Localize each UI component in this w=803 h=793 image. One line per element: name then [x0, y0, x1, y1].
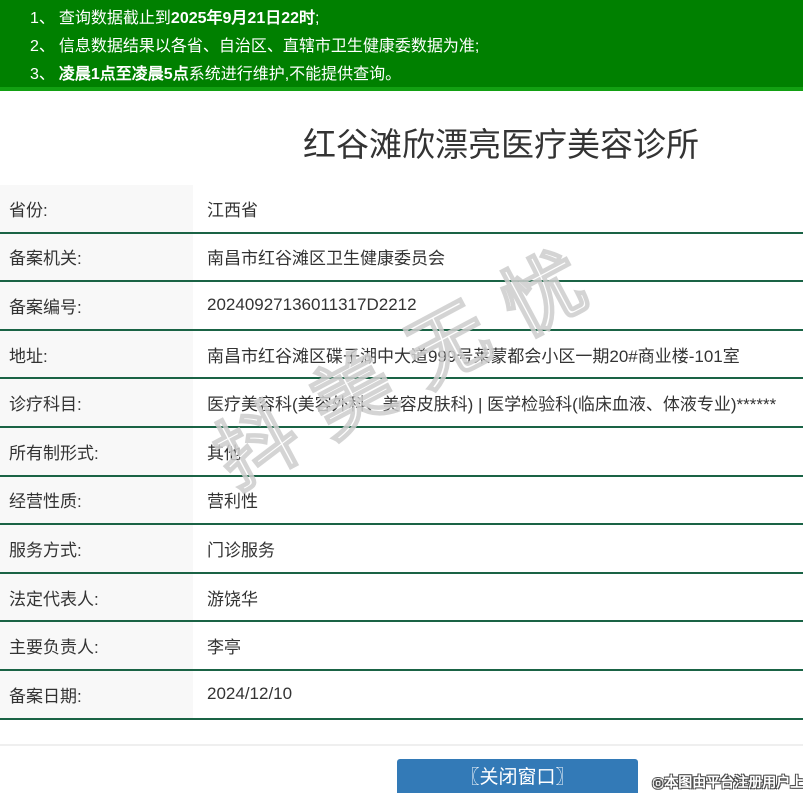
- row-value: 营利性: [193, 477, 803, 524]
- row-label: 地址:: [0, 331, 193, 378]
- table-row-filing-number: 备案编号: 20240927136011317D2212: [0, 282, 803, 331]
- row-value: 游饶华: [193, 574, 803, 621]
- notice-text: 信息数据结果以各省、自治区、直辖市卫生健康委数据为准;: [59, 38, 479, 55]
- table-row-address: 地址: 南昌市红谷滩区碟子湖中大道999号莱蒙都会小区一期20#商业楼-101室: [0, 331, 803, 380]
- row-label: 省份:: [0, 185, 193, 232]
- row-value: 门诊服务: [193, 525, 803, 572]
- row-value: 20240927136011317D2212: [193, 282, 803, 329]
- table-row-ownership: 所有制形式: 其他: [0, 428, 803, 477]
- row-label: 经营性质:: [0, 477, 193, 524]
- notice-bold-text: 2025年9月21日22时: [171, 10, 315, 27]
- row-label: 备案日期:: [0, 671, 193, 718]
- row-value: 医疗美容科(美容外科、美容皮肤科) | 医学检验科(临床血液、体液专业)****…: [193, 379, 803, 426]
- notice-text: ;: [315, 10, 319, 27]
- row-value: 江西省: [193, 185, 803, 232]
- row-value: 2024/12/10: [193, 671, 803, 718]
- footer-divider: [0, 744, 803, 746]
- notice-number: 2、: [30, 38, 55, 55]
- row-value: 南昌市红谷滩区卫生健康委员会: [193, 234, 803, 281]
- query-result-page: 1、查询数据截止到2025年9月21日22时; 2、信息数据结果以各省、自治区、…: [0, 0, 803, 793]
- table-row-legal-representative: 法定代表人: 游饶华: [0, 574, 803, 623]
- row-label: 主要负责人:: [0, 622, 193, 669]
- row-value: 李亭: [193, 622, 803, 669]
- row-value: 其他: [193, 428, 803, 475]
- clinic-title: 红谷滩欣漂亮医疗美容诊所: [0, 125, 803, 165]
- notice-number: 1、: [30, 10, 55, 27]
- row-label: 备案机关:: [0, 234, 193, 281]
- notice-line-3: 3、凌晨1点至凌晨5点系统进行维护,不能提供查询。: [30, 61, 803, 89]
- table-row-business-nature: 经营性质: 营利性: [0, 477, 803, 526]
- table-row-province: 省份: 江西省: [0, 185, 803, 234]
- notice-number: 3、: [30, 66, 55, 83]
- notice-header: 1、查询数据截止到2025年9月21日22时; 2、信息数据结果以各省、自治区、…: [0, 0, 803, 87]
- notice-text: 系统进行维护,不能提供查询。: [189, 66, 401, 83]
- close-window-button[interactable]: 〖关闭窗口〗: [397, 759, 638, 793]
- row-label: 所有制形式:: [0, 428, 193, 475]
- row-label: 诊疗科目:: [0, 379, 193, 426]
- row-value: 南昌市红谷滩区碟子湖中大道999号莱蒙都会小区一期20#商业楼-101室: [193, 331, 803, 378]
- row-label: 法定代表人:: [0, 574, 193, 621]
- table-row-filing-authority: 备案机关: 南昌市红谷滩区卫生健康委员会: [0, 234, 803, 283]
- table-row-service-mode: 服务方式: 门诊服务: [0, 525, 803, 574]
- row-label: 备案编号:: [0, 282, 193, 329]
- record-info-table: 省份: 江西省 备案机关: 南昌市红谷滩区卫生健康委员会 备案编号: 20240…: [0, 185, 803, 720]
- table-row-treatment-subjects: 诊疗科目: 医疗美容科(美容外科、美容皮肤科) | 医学检验科(临床血液、体液专…: [0, 379, 803, 428]
- uploader-stamp-text: ◎本图由平台注册用户上传: [652, 772, 803, 792]
- notice-line-2: 2、信息数据结果以各省、自治区、直辖市卫生健康委数据为准;: [30, 33, 803, 61]
- notice-text: 查询数据截止到: [59, 10, 171, 27]
- notice-bold-text: 凌晨1点至凌晨5点: [59, 66, 189, 83]
- table-row-filing-date: 备案日期: 2024/12/10: [0, 671, 803, 720]
- notice-line-1: 1、查询数据截止到2025年9月21日22时;: [30, 5, 803, 33]
- table-row-main-person-in-charge: 主要负责人: 李亭: [0, 622, 803, 671]
- row-label: 服务方式:: [0, 525, 193, 572]
